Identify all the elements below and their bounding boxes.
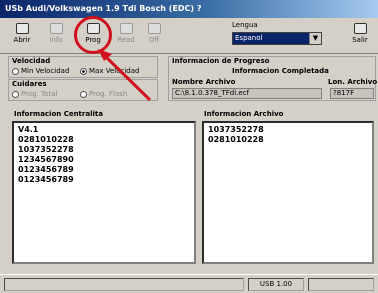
min-velocidad-radio[interactable]: Min Velocidad [12,67,69,75]
exit-button[interactable]: Salir [346,23,374,49]
prog-flash-label: Prog. Flash [89,90,128,98]
file-length-field: ?817F [330,88,374,99]
file-name-value: C:\8.1.0.378_TFdi.ecf [175,89,250,97]
read-button-label: Read [117,36,135,44]
max-velocidad-label: Max Velocidad [89,67,140,75]
language-value: Espanol [235,34,263,42]
read-button[interactable]: Read [112,23,140,49]
window-title-bar[interactable]: USb Audi/Volkswagen 1.9 Tdi Bosch (EDC) … [0,0,378,18]
off-button[interactable]: Off [140,23,168,49]
exit-button-label: Salir [352,36,368,44]
prog-flash-radio[interactable]: Prog. Flash [80,90,127,98]
off-button-label: Off [148,36,160,44]
program-chip-icon [86,23,100,34]
info-button-label: Info [49,36,63,44]
prog-button[interactable]: Prog [79,23,107,49]
power-off-icon [147,23,161,34]
open-button[interactable]: Abrir [8,23,36,49]
info-icon [49,23,63,34]
list-item: 0281010228 [18,135,74,144]
list-item: 1037352278 [208,125,264,134]
exit-icon [353,23,367,34]
status-cell-empty [308,278,374,291]
min-velocidad-label: Min Velocidad [21,67,70,75]
velocidad-label: Velocidad [12,57,51,65]
radio-selected-icon [80,67,87,75]
toolbar: Abrir Info Prog Read Off Salir Lengua Es… [0,18,378,54]
file-info-list[interactable]: 1037352278 0281010228 [202,121,374,264]
open-button-label: Abrir [13,36,31,44]
file-info-label: Informacion Archivo [204,110,284,118]
list-item: 0281010228 [208,135,264,144]
prog-total-label: Prog. Total [21,90,58,98]
file-name-label: Nombre Archivo [172,78,236,86]
language-label: Lengua [232,21,258,29]
max-velocidad-radio[interactable]: Max Velocidad [80,67,139,75]
cuidares-label: Cuidares [12,80,47,88]
list-item: 1037352278 [18,145,74,154]
chevron-down-icon[interactable]: ▼ [309,33,321,44]
status-cell-empty [4,278,244,291]
progress-info-label: Informacion de Progreso [172,57,270,65]
list-item: V4.1 [18,125,39,134]
status-bar: USB 1.00 [0,274,378,293]
window-title: USb Audi/Volkswagen 1.9 Tdi Bosch (EDC) … [5,4,202,13]
ecu-info-list[interactable]: V4.1 0281010228 1037352278 1234567890 01… [12,121,196,264]
language-select[interactable]: Espanol ▼ [232,32,322,45]
prog-total-radio[interactable]: Prog. Total [12,90,57,98]
file-name-field: C:\8.1.0.378_TFdi.ecf [172,88,322,99]
file-length-label: Lon. Archivo [328,78,378,86]
list-item: 0123456789 [18,165,74,174]
list-item: 0123456789 [18,175,74,184]
ecu-info-label: Informacion Centralita [14,110,103,118]
radio-icon [12,90,19,98]
file-length-value: ?817F [333,89,355,97]
radio-icon [12,67,19,75]
prog-button-label: Prog [85,36,101,44]
status-version: USB 1.00 [248,278,304,291]
radio-icon [80,90,87,98]
open-folder-icon [15,23,29,34]
progress-status: Informacion Completada [232,67,329,75]
list-item: 1234567890 [18,155,74,164]
read-icon [119,23,133,34]
info-button[interactable]: Info [42,23,70,49]
